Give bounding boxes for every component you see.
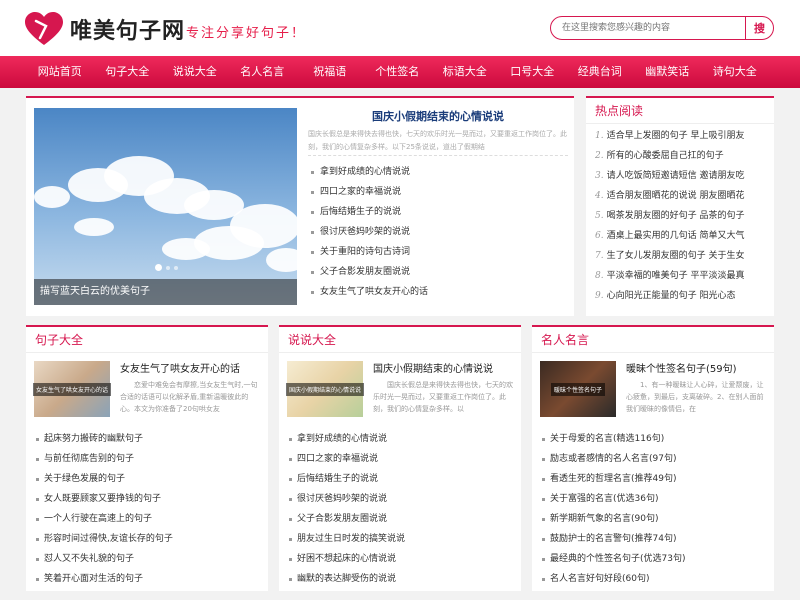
nav-jokes[interactable]: 幽默笑话: [634, 56, 702, 88]
banner-image[interactable]: 描写蓝天白云的优美句子: [34, 108, 297, 305]
thumbnail-label: 女友生气了哄女友开心的话: [33, 382, 112, 396]
hot-reading-title: 热点阅读: [586, 98, 774, 124]
carousel-dots[interactable]: [155, 264, 178, 271]
list-item[interactable]: 2. 所有的心酸委屈自己扛的句子: [595, 146, 774, 166]
list-item[interactable]: 一个人行驶在高速上的句子: [26, 509, 268, 529]
list-item[interactable]: 拿到好成绩的心情说说: [308, 162, 568, 182]
search-bar: 搜: [550, 16, 774, 40]
list-item[interactable]: 励志或者感情的名人名言(97句): [532, 449, 774, 469]
list-item[interactable]: 鼓励护士的名言警句(推荐74句): [532, 529, 774, 549]
nav-poems[interactable]: 诗句大全: [701, 56, 769, 88]
list-item[interactable]: 9. 心向阳光正能量的句子 阳光心态: [595, 286, 774, 306]
thumbnail-image[interactable]: 国庆小假期结束的心情说说: [286, 361, 365, 417]
feature-list: 拿到好成绩的心情说说 四口之家的幸福说说 后悔结婚生子的说说 很讨厌爸妈吵架的说…: [308, 162, 568, 302]
section-title[interactable]: 说说大全: [279, 327, 521, 353]
thumbnail-image[interactable]: 女友生气了哄女友开心的话: [33, 361, 112, 417]
list-item[interactable]: 很讨厌爸妈吵架的说说: [279, 489, 521, 509]
logo-text: 唯美句子网: [70, 19, 186, 44]
famous-quotes-section: 名人名言 暖昧个性签名句子 暖昧个性签名句子(59句) 1、有一种暧昧让人心碎，…: [532, 325, 774, 591]
article-list: 关于母爱的名言(精选116句) 励志或者感情的名人名言(97句) 看透生死的哲理…: [532, 429, 774, 589]
feature-title[interactable]: 国庆小假期结束的心情说说: [308, 108, 568, 128]
list-item[interactable]: 拿到好成绩的心情说说: [279, 429, 521, 449]
feature-article: 国庆小假期结束的心情说说 国庆长假总是来得快去得也快，七天的欢乐时光一晃而过，又…: [308, 108, 568, 302]
list-item[interactable]: 后悔结婚生子的说说: [279, 469, 521, 489]
list-item[interactable]: 3. 请人吃饭简短邀请短信 邀请朋友吃: [595, 166, 774, 186]
list-item[interactable]: 好困不想起床的心情说说: [279, 549, 521, 569]
shuoshuo-section: 说说大全 国庆小假期结束的心情说说 国庆小假期结束的心情说说 国庆长假总是来得快…: [279, 325, 521, 591]
list-item[interactable]: 四口之家的幸福说说: [308, 182, 568, 202]
banner-section: 描写蓝天白云的优美句子 国庆小假期结束的心情说说 国庆长假总是来得快去得也快，七…: [26, 96, 574, 316]
list-item[interactable]: 关于绿色发展的句子: [26, 469, 268, 489]
list-item[interactable]: 8. 平淡幸福的唯美句子 平平淡淡最真: [595, 266, 774, 286]
thumbnail-label: 国庆小假期结束的心情说说: [286, 382, 365, 396]
carousel-dot[interactable]: [174, 265, 178, 270]
list-item[interactable]: 6. 酒桌上最实用的几句话 简单又大气: [595, 226, 774, 246]
list-item[interactable]: 朋友过生日时发的搞笑说说: [279, 529, 521, 549]
article-list: 拿到好成绩的心情说说 四口之家的幸福说说 后悔结婚生子的说说 很讨厌爸妈吵架的说…: [279, 429, 521, 589]
carousel-dot[interactable]: [155, 264, 162, 271]
list-item[interactable]: 4. 适合朋友圈晒花的说说 朋友圈晒花: [595, 186, 774, 206]
list-item[interactable]: 女友生气了哄女友开心的话: [308, 282, 568, 302]
carousel-dot[interactable]: [166, 265, 170, 270]
search-input[interactable]: [551, 17, 745, 39]
thumbnail-label: 暖昧个性签名句子: [550, 382, 605, 396]
nav-blessings[interactable]: 祝福语: [296, 56, 364, 88]
hot-reading-list: 1. 适合早上发圈的句子 早上吸引朋友 2. 所有的心酸委屈自己扛的句子 3. 请人吃…: [586, 126, 774, 306]
featured-item: 国庆小假期结束的心情说说 国庆小假期结束的心情说说 国庆长假总是来得快去得也快，…: [286, 361, 521, 427]
list-item[interactable]: 关于母爱的名言(精选116句): [532, 429, 774, 449]
list-item[interactable]: 最经典的个性签名句子(优选73句): [532, 549, 774, 569]
nav-mottos[interactable]: 口号大全: [499, 56, 567, 88]
hot-reading-section: 热点阅读 1. 适合早上发圈的句子 早上吸引朋友 2. 所有的心酸委屈自己扛的句子 …: [586, 96, 774, 316]
list-item[interactable]: 关于富强的名言(优选36句): [532, 489, 774, 509]
nav-classic-lines[interactable]: 经典台词: [566, 56, 634, 88]
list-item[interactable]: 新学期新气象的名言(90句): [532, 509, 774, 529]
list-item[interactable]: 起床努力搬砖的幽默句子: [26, 429, 268, 449]
list-item[interactable]: 后悔结婚生子的说说: [308, 202, 568, 222]
list-item[interactable]: 名人名言好句好段(60句): [532, 569, 774, 589]
nav-sentences[interactable]: 句子大全: [94, 56, 162, 88]
list-item[interactable]: 看透生死的哲理名言(推荐49句): [532, 469, 774, 489]
article-list: 起床努力搬砖的幽默句子 与前任彻底告别的句子 关于绿色发展的句子 女人既要顾家又…: [26, 429, 268, 589]
list-item[interactable]: 怼人又不失礼貌的句子: [26, 549, 268, 569]
list-item[interactable]: 7. 生了女儿发朋友圈的句子 关于生女: [595, 246, 774, 266]
search-button[interactable]: 搜: [745, 17, 773, 39]
list-item[interactable]: 父子合影发朋友圈说说: [279, 509, 521, 529]
section-title[interactable]: 名人名言: [532, 327, 774, 353]
section-title[interactable]: 句子大全: [26, 327, 268, 353]
list-item[interactable]: 与前任彻底告别的句子: [26, 449, 268, 469]
featured-desc: 恋爱中难免会有摩擦,当女友生气时,一句合适的话语可以化解矛盾,重新温暖彼此的心。…: [120, 381, 258, 413]
featured-desc: 1、有一种暧昧让人心碎，让爱颓废，让心疲惫，到最后，支离破碎。2、在别人面前我们…: [626, 381, 764, 413]
list-item[interactable]: 父子合影发朋友圈说说: [308, 262, 568, 282]
list-item[interactable]: 四口之家的幸福说说: [279, 449, 521, 469]
site-logo[interactable]: 唯美句子网: [24, 12, 185, 46]
featured-title[interactable]: 女友生气了哄女友开心的话: [120, 361, 262, 379]
featured-item: 女友生气了哄女友开心的话 女友生气了哄女友开心的话 恋爱中难免会有摩擦,当女友生…: [33, 361, 268, 427]
header: 唯美句子网 专注分享好句子！ 搜: [0, 0, 800, 56]
list-item[interactable]: 幽默的表达脚受伤的说说: [279, 569, 521, 589]
nav-shuoshuo[interactable]: 说说大全: [161, 56, 229, 88]
list-item[interactable]: 关于重阳的诗句古诗词: [308, 242, 568, 262]
feature-desc: 国庆长假总是来得快去得也快，七天的欢乐时光一晃而过，又要重返工作岗位了。此刻，我…: [308, 128, 568, 156]
featured-title[interactable]: 国庆小假期结束的心情说说: [373, 361, 515, 379]
nav-slogans[interactable]: 标语大全: [431, 56, 499, 88]
nav-signatures[interactable]: 个性签名: [364, 56, 432, 88]
list-item[interactable]: 形容时间过得快,友谊长存的句子: [26, 529, 268, 549]
heart-logo-icon: [25, 12, 63, 45]
list-item[interactable]: 很讨厌爸妈吵架的说说: [308, 222, 568, 242]
slogan: 专注分享好句子！: [186, 26, 307, 41]
featured-item: 暖昧个性签名句子 暖昧个性签名句子(59句) 1、有一种暧昧让人心碎，让爱颓废，…: [540, 361, 774, 427]
list-item[interactable]: 1. 适合早上发圈的句子 早上吸引朋友: [595, 126, 774, 146]
list-item[interactable]: 笑着开心面对生活的句子: [26, 569, 268, 589]
banner-caption[interactable]: 描写蓝天白云的优美句子: [34, 279, 297, 305]
featured-title[interactable]: 暖昧个性签名句子(59句): [626, 361, 768, 379]
featured-desc: 国庆长假总是来得快去得也快，七天的欢乐时光一晃而过，又要重返工作岗位了。此刻，我…: [373, 381, 513, 413]
nav-quotes[interactable]: 名人名言: [229, 56, 297, 88]
list-item[interactable]: 5. 喝茶发朋友圈的好句子 品茶的句子: [595, 206, 774, 226]
main-nav: 网站首页 句子大全 说说大全 名人名言 祝福语 个性签名 标语大全 口号大全 经…: [0, 56, 800, 88]
list-item[interactable]: 女人既要顾家又要挣钱的句子: [26, 489, 268, 509]
sentences-section: 句子大全 女友生气了哄女友开心的话 女友生气了哄女友开心的话 恋爱中难免会有摩擦…: [26, 325, 268, 591]
thumbnail-image[interactable]: 暖昧个性签名句子: [540, 361, 616, 417]
nav-home[interactable]: 网站首页: [26, 56, 94, 88]
